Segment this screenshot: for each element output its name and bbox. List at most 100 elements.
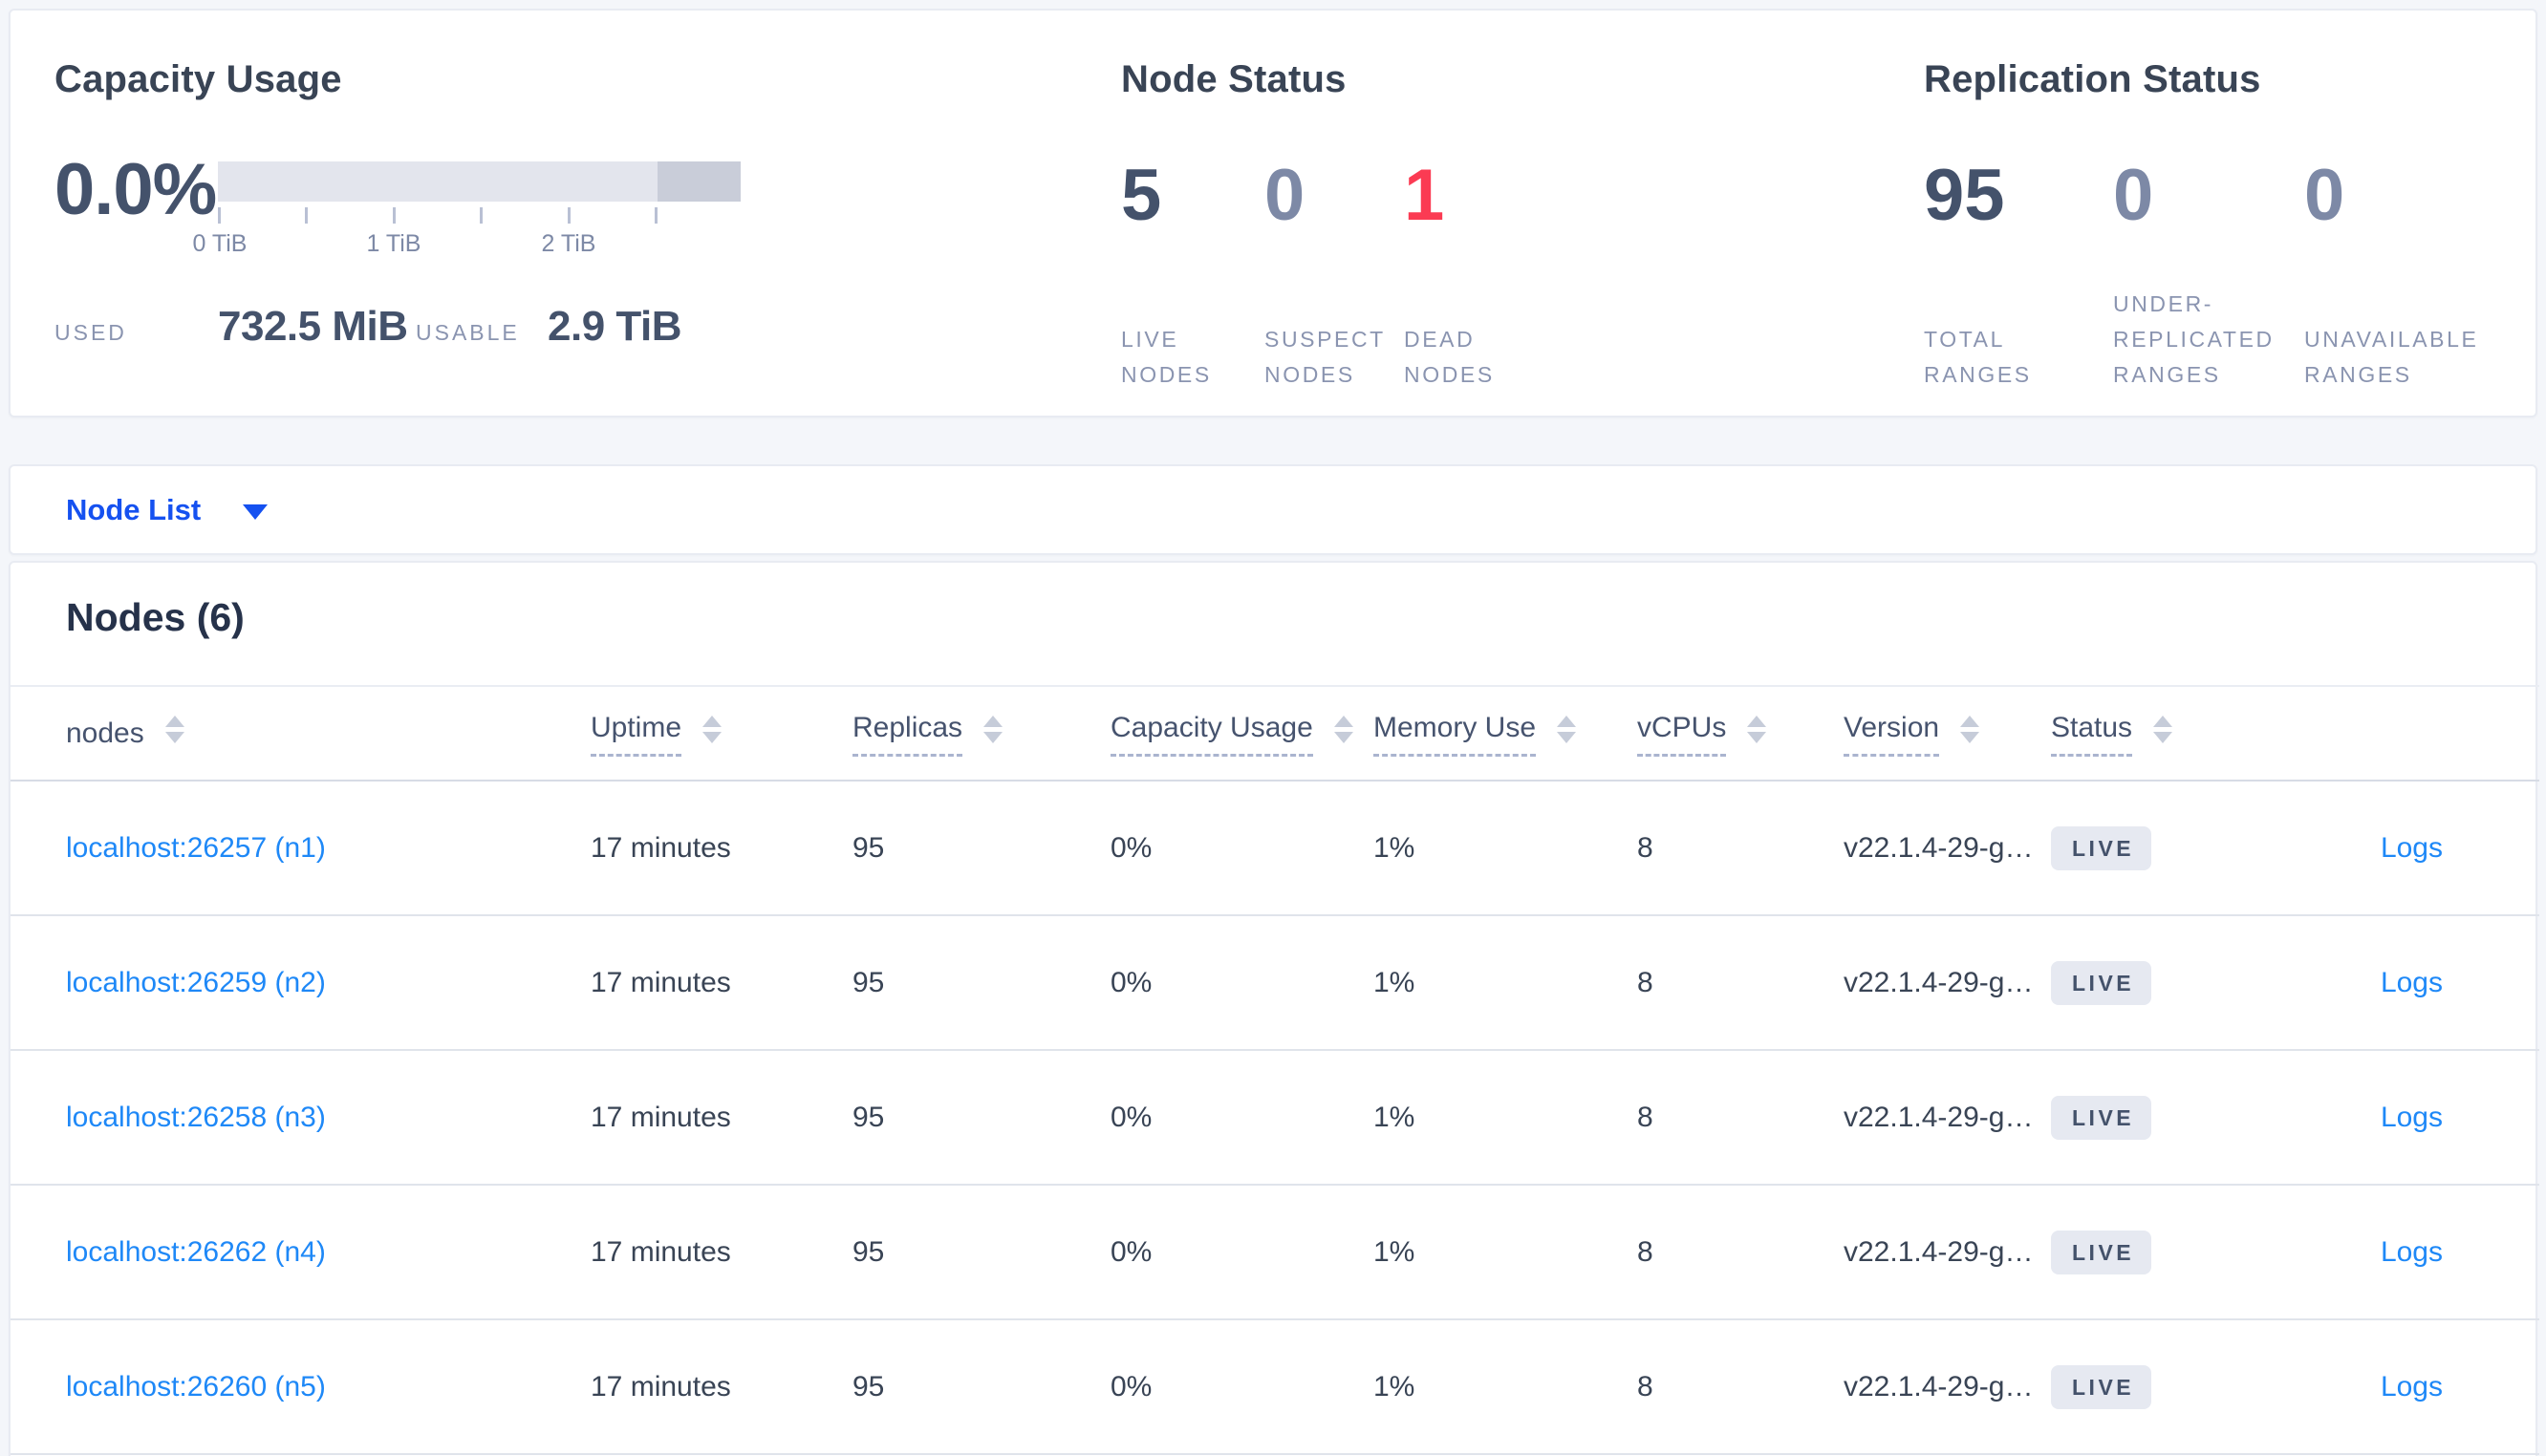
replication-status-section: Replication Status 95 0 0 TOTAL RANGES U… [1924, 56, 2535, 416]
logs-link[interactable]: Logs [2381, 832, 2443, 864]
table-row: localhost:26260 (n5) 17 minutes 95 0% 1%… [11, 1319, 2539, 1454]
tick-label-2tib: 2 TiB [541, 230, 596, 257]
node-link[interactable]: localhost:26262 (n4) [66, 1236, 326, 1268]
table-row: localhost:26259 (n2) 17 minutes 95 0% 1%… [11, 915, 2539, 1050]
capacity-chart: 0.0% 0 TiB 1 TiB 2 TiB [54, 154, 1121, 261]
usable-label: USABLE [416, 320, 520, 345]
under-replicated-ranges-value: 0 [2113, 155, 2154, 236]
vcpus-cell: 8 [1637, 1370, 1653, 1402]
node-link[interactable]: localhost:26257 (n1) [66, 832, 326, 864]
replicas-cell: 95 [852, 1235, 885, 1268]
capacity-usage-cell: 0% [1111, 831, 1153, 864]
column-header-vcpus[interactable]: vCPUs [1637, 711, 1767, 757]
table-row: localhost:26257 (n1) 17 minutes 95 0% 1%… [11, 781, 2539, 915]
column-header-replicas[interactable]: Replicas [852, 711, 1003, 757]
sort-icon[interactable] [1333, 716, 1353, 743]
version-cell: v22.1.4-29-g… [1844, 1370, 2034, 1402]
used-value: 732.5 MiB [218, 303, 408, 350]
capacity-stats: USED 732.5 MiB USABLE 2.9 TiB [54, 303, 1121, 351]
version-cell: v22.1.4-29-g… [1844, 831, 2034, 864]
view-selector-card: Node List [9, 464, 2537, 555]
sort-icon[interactable] [1557, 716, 1577, 743]
status-badge: LIVE [2051, 1095, 2152, 1140]
uptime-cell: 17 minutes [591, 966, 731, 998]
replicas-cell: 95 [852, 1370, 885, 1402]
sort-icon[interactable] [164, 716, 184, 743]
sort-icon[interactable] [1747, 716, 1767, 743]
column-header-capacity-usage[interactable]: Capacity Usage [1111, 711, 1353, 757]
capacity-bar-track [218, 161, 741, 202]
dead-nodes-value: 1 [1404, 155, 1445, 236]
unavailable-ranges-value: 0 [2304, 155, 2345, 236]
sort-icon[interactable] [983, 716, 1003, 743]
version-cell: v22.1.4-29-g… [1844, 966, 2034, 998]
replicas-cell: 95 [852, 966, 885, 998]
capacity-percent: 0.0% [54, 149, 217, 230]
column-header-status[interactable]: Status [2051, 711, 2173, 757]
table-header-row: nodes Uptime Replicas Capacity Usage Mem… [11, 686, 2539, 781]
node-link[interactable]: localhost:26259 (n2) [66, 967, 326, 998]
node-list-dropdown[interactable]: Node List [66, 493, 269, 527]
memory-use-cell: 1% [1373, 966, 1415, 998]
nodes-table-card: Nodes (6) nodes Uptime Replicas Capacity… [9, 561, 2539, 1456]
vcpus-cell: 8 [1637, 966, 1653, 998]
capacity-usage-title: Capacity Usage [54, 58, 342, 100]
node-link[interactable]: localhost:26258 (n3) [66, 1102, 326, 1133]
uptime-cell: 17 minutes [591, 831, 731, 864]
live-nodes-value: 5 [1121, 155, 1162, 236]
vcpus-cell: 8 [1637, 1235, 1653, 1268]
tick-label-0tib: 0 TiB [192, 230, 248, 257]
capacity-axis-ticks [218, 205, 741, 226]
replication-values: 95 0 0 [1924, 160, 2535, 232]
version-cell: v22.1.4-29-g… [1844, 1235, 2034, 1268]
replication-labels: TOTAL RANGES UNDER-REPLICATED RANGES UNA… [1924, 288, 2535, 393]
capacity-bar: 0 TiB 1 TiB 2 TiB [193, 161, 741, 261]
memory-use-cell: 1% [1373, 1370, 1415, 1402]
node-status-title: Node Status [1121, 58, 1347, 100]
logs-link[interactable]: Logs [2381, 1102, 2443, 1133]
capacity-usage-cell: 0% [1111, 1101, 1153, 1133]
used-label: USED [54, 320, 127, 345]
memory-use-cell: 1% [1373, 1101, 1415, 1133]
capacity-usage-cell: 0% [1111, 1235, 1153, 1268]
capacity-usage-section: Capacity Usage 0.0% 0 TiB 1 TiB 2 TiB US… [54, 56, 1121, 416]
uptime-cell: 17 minutes [591, 1101, 731, 1133]
logs-link[interactable]: Logs [2381, 967, 2443, 998]
live-nodes-label: LIVE NODES [1121, 327, 1212, 387]
memory-use-cell: 1% [1373, 1235, 1415, 1268]
capacity-usage-cell: 0% [1111, 966, 1153, 998]
column-header-memory-use[interactable]: Memory Use [1373, 711, 1577, 757]
logs-link[interactable]: Logs [2381, 1236, 2443, 1268]
status-badge: LIVE [2051, 1230, 2152, 1274]
replication-status-title: Replication Status [1924, 58, 2261, 100]
column-header-version[interactable]: Version [1844, 711, 1980, 757]
caret-down-icon [243, 503, 269, 520]
sort-icon[interactable] [2153, 716, 2173, 743]
under-replicated-ranges-label: UNDER-REPLICATED RANGES [2113, 291, 2275, 387]
capacity-usage-cell: 0% [1111, 1370, 1153, 1402]
vcpus-cell: 8 [1637, 831, 1653, 864]
sort-icon[interactable] [1960, 716, 1980, 743]
dead-nodes-label: DEAD NODES [1404, 327, 1495, 387]
sort-icon[interactable] [702, 716, 723, 743]
suspect-nodes-label: SUSPECT NODES [1264, 327, 1386, 387]
version-cell: v22.1.4-29-g… [1844, 1101, 2034, 1133]
status-badge: LIVE [2051, 960, 2152, 1005]
column-header-nodes[interactable]: nodes [66, 716, 184, 751]
node-status-values: 5 0 1 [1121, 160, 1924, 232]
table-row: localhost:26258 (n3) 17 minutes 95 0% 1%… [11, 1050, 2539, 1185]
status-badge: LIVE [2051, 1364, 2152, 1409]
node-status-labels: LIVE NODES SUSPECT NODES DEAD NODES [1121, 288, 1924, 393]
table-row: localhost:26262 (n4) 17 minutes 95 0% 1%… [11, 1185, 2539, 1319]
cluster-summary-card: Capacity Usage 0.0% 0 TiB 1 TiB 2 TiB US… [9, 9, 2537, 418]
memory-use-cell: 1% [1373, 831, 1415, 864]
uptime-cell: 17 minutes [591, 1370, 731, 1402]
nodes-table: nodes Uptime Replicas Capacity Usage Mem… [11, 685, 2539, 1455]
logs-link[interactable]: Logs [2381, 1371, 2443, 1402]
nodes-section-title: Nodes (6) [66, 595, 245, 639]
column-header-uptime[interactable]: Uptime [591, 711, 723, 757]
capacity-axis-labels: 0 TiB 1 TiB 2 TiB [193, 230, 741, 261]
node-link[interactable]: localhost:26260 (n5) [66, 1371, 326, 1402]
total-ranges-label: TOTAL RANGES [1924, 327, 2032, 387]
unavailable-ranges-label: UNAVAILABLE RANGES [2304, 327, 2479, 387]
